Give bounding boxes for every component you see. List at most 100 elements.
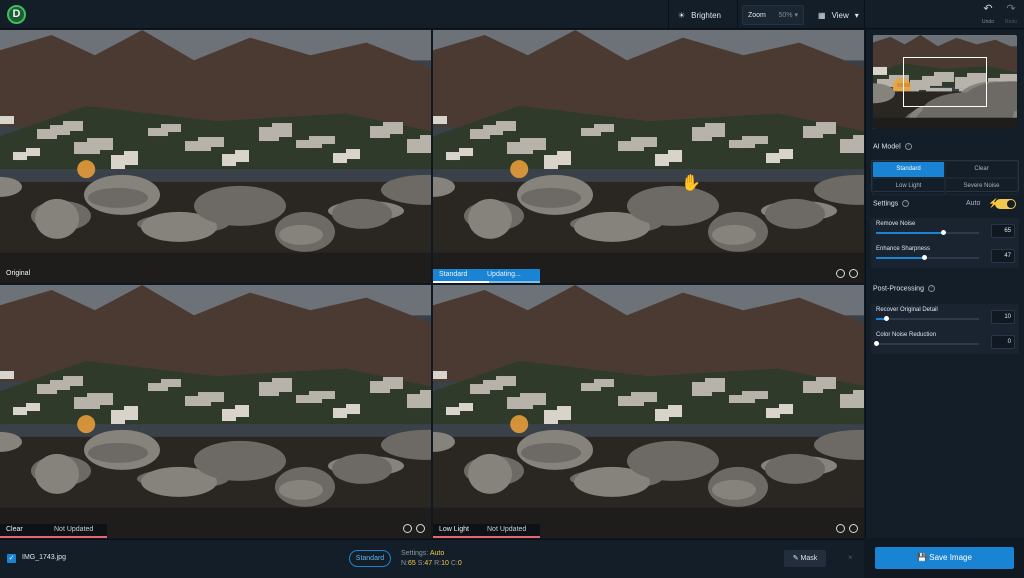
model-option-severe-noise[interactable]: Severe Noise — [945, 178, 1018, 195]
main-sliders: Remove Noise 65 Enhance Sharpness 47 — [871, 218, 1019, 268]
pane-actions — [403, 524, 425, 533]
slider-value-input[interactable]: 65 — [991, 224, 1015, 238]
compare-icon[interactable] — [836, 269, 845, 278]
slider-thumb[interactable] — [940, 230, 946, 235]
bottom-bar: ✓ IMG_1743.jpg Standard Settings: Auto N… — [0, 539, 864, 578]
zoom-select[interactable]: Zoom 50% ▾ — [742, 5, 804, 25]
mask-button[interactable]: ✎ Mask — [784, 550, 826, 567]
slider-track[interactable] — [876, 230, 979, 235]
settings-mode: Auto — [429, 550, 445, 557]
slider-row: Enhance Sharpness 47 — [871, 243, 1019, 268]
slider-label: Recover Original Detail — [876, 307, 938, 313]
photo-standard — [433, 30, 864, 283]
divider — [864, 0, 865, 29]
swap-icon[interactable] — [849, 524, 858, 533]
divider — [737, 0, 738, 29]
model-option-clear[interactable]: Clear — [945, 161, 1018, 178]
undo-icon: ↶ — [983, 3, 993, 15]
pane-status: Clear Not Updated — [0, 524, 107, 538]
auto-toggle[interactable] — [995, 199, 1016, 209]
slider-value-input[interactable]: 47 — [991, 249, 1015, 263]
redo-icon: ↷ — [1006, 3, 1016, 15]
post-processing-title: Post-Processing? — [873, 285, 935, 292]
help-icon: ? — [927, 285, 935, 292]
swap-icon[interactable] — [416, 524, 425, 533]
preview-original[interactable]: Original — [0, 30, 431, 283]
model-pill[interactable]: Standard — [349, 550, 391, 567]
settings-summary: Settings: Auto N:65 S:47 R:10 C:0 — [401, 549, 462, 569]
compare-icon[interactable] — [836, 524, 845, 533]
preview-grid: Original ✋ Standard Updating... Clear No… — [0, 30, 864, 538]
pane-label: Original — [6, 270, 31, 277]
photo-low-light — [433, 285, 864, 538]
save-label: Save Image — [929, 553, 972, 562]
save-image-button[interactable]: 💾 Save Image — [875, 547, 1014, 569]
progress-fill — [433, 281, 489, 283]
zoom-value: 50% ▾ — [778, 12, 798, 19]
undo-label: Undo — [982, 19, 994, 25]
c-value: 0 — [457, 560, 462, 567]
r-value: 10 — [441, 560, 449, 567]
help-icon: ? — [904, 143, 912, 150]
redo-button[interactable]: ↷ Redo — [1002, 4, 1020, 28]
sun-icon: ☀ — [678, 10, 686, 20]
slider-label: Remove Noise — [876, 221, 916, 227]
preview-clear[interactable]: Clear Not Updated — [0, 285, 431, 538]
n-value: 65 — [408, 560, 416, 567]
divider — [668, 0, 669, 29]
undo-button[interactable]: ↶ Undo — [979, 4, 997, 28]
top-toolbar: D ☀ Brighten Zoom 50% ▾ ▦ View ▾ ↶ Undo … — [0, 0, 1024, 29]
view-label: View — [831, 10, 849, 20]
slider-thumb[interactable] — [922, 255, 928, 260]
preview-standard[interactable]: ✋ Standard Updating... — [433, 30, 864, 283]
pane-actions — [836, 269, 858, 278]
settings-panel: AI Model? Standard Clear Low Light Sever… — [865, 30, 1024, 538]
progress-bar — [433, 281, 540, 283]
zoom-label: Zoom — [748, 11, 766, 19]
model-selector: Standard Clear Low Light Severe Noise — [871, 160, 1019, 195]
slider-track[interactable] — [874, 341, 979, 346]
preview-low-light[interactable]: Low Light Not Updated — [433, 285, 864, 538]
pane-actions — [836, 524, 858, 533]
slider-value-input[interactable]: 10 — [991, 310, 1015, 324]
file-name: IMG_1743.jpg — [22, 554, 66, 561]
slider-value-input[interactable]: 0 — [991, 335, 1015, 349]
compare-icon[interactable] — [403, 524, 412, 533]
app-window: D ☀ Brighten Zoom 50% ▾ ▦ View ▾ ↶ Undo … — [0, 0, 1024, 578]
hand-cursor-icon: ✋ — [681, 175, 701, 192]
slider-thumb[interactable] — [874, 341, 879, 346]
swap-icon[interactable] — [849, 269, 858, 278]
navigator-viewport[interactable] — [903, 57, 987, 107]
slider-row: Remove Noise 65 — [871, 218, 1019, 243]
close-icon[interactable]: × — [848, 553, 853, 562]
navigator-thumbnail[interactable] — [873, 35, 1017, 129]
save-icon: 💾 — [917, 553, 928, 562]
slider-label: Enhance Sharpness — [876, 246, 931, 252]
app-logo: D — [7, 5, 26, 24]
slider-track[interactable] — [876, 255, 979, 260]
slider-track[interactable] — [876, 316, 979, 321]
mask-label: Mask — [800, 555, 818, 562]
photo-original — [0, 30, 431, 283]
c-label: C: — [450, 560, 458, 567]
slider-label: Color Noise Reduction — [876, 332, 937, 338]
status-line — [433, 536, 540, 538]
model-option-standard[interactable]: Standard — [872, 161, 945, 178]
file-checkbox[interactable]: ✓ — [7, 554, 16, 563]
slider-row: Recover Original Detail 10 — [871, 304, 1019, 329]
help-icon: ? — [902, 200, 910, 207]
view-button[interactable]: ▦ View ▾ — [812, 5, 865, 25]
view-grid-icon: ▦ — [818, 10, 826, 20]
chevron-down-icon: ▾ — [854, 10, 859, 20]
auto-label: Auto — [966, 200, 981, 207]
slider-row: Color Noise Reduction 0 — [871, 329, 1019, 354]
model-option-low-light[interactable]: Low Light — [872, 178, 945, 195]
pane-status: Standard Updating... — [433, 269, 540, 283]
slider-thumb[interactable] — [884, 316, 890, 321]
brighten-label: Brighten — [691, 10, 721, 20]
brighten-button[interactable]: ☀ Brighten — [672, 5, 727, 25]
status-line — [0, 536, 107, 538]
photo-clear — [0, 285, 431, 538]
settings-label: Settings: — [401, 550, 429, 557]
s-value: 47 — [424, 560, 433, 567]
